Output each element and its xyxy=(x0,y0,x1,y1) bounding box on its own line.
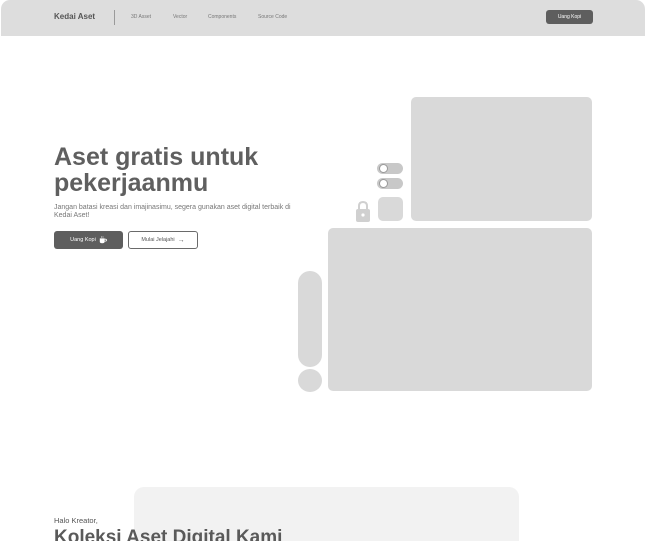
hero-image-placeholder-top xyxy=(411,97,592,221)
hero-uang-kopi-button[interactable]: Uang Kopi xyxy=(54,231,123,249)
nav-link-source-code[interactable]: Source Code xyxy=(258,14,287,20)
hero-decor-pill xyxy=(298,271,322,367)
hero-uang-kopi-label: Uang Kopi xyxy=(70,237,96,243)
toggle-knob xyxy=(379,179,388,188)
toggle-switch-decor xyxy=(377,178,403,189)
toggle-switch-decor xyxy=(377,163,403,174)
top-navbar: Kedai Aset 3D Asset Vector Components So… xyxy=(1,0,645,36)
collection-title: Koleksi Aset Digital Kami xyxy=(54,527,283,541)
hero-mulai-jelajahi-button[interactable]: Mulai Jelajahi → xyxy=(128,231,198,249)
coffee-cup-icon xyxy=(99,236,107,244)
arrow-right-icon: → xyxy=(177,236,185,244)
nav-uang-kopi-button[interactable]: Uang Kopi xyxy=(546,10,593,24)
hero-mulai-jelajahi-label: Mulai Jelajahi xyxy=(141,237,175,243)
hero-title: Aset gratis untuk pekerjaanmu xyxy=(54,143,259,197)
hero-image-placeholder-main xyxy=(328,228,592,391)
nav-link-3d-asset[interactable]: 3D Asset xyxy=(131,14,151,20)
toggle-knob xyxy=(379,164,388,173)
nav-link-components[interactable]: Components xyxy=(208,14,236,20)
hero-decor-square xyxy=(378,197,403,221)
lock-icon xyxy=(356,200,370,222)
hero-decor-circle xyxy=(298,369,322,392)
nav-divider xyxy=(114,10,115,25)
brand-logo[interactable]: Kedai Aset xyxy=(54,12,95,21)
hero-subtitle: Jangan batasi kreasi dan imajinasimu, se… xyxy=(54,204,291,219)
nav-link-vector[interactable]: Vector xyxy=(173,14,187,20)
collection-eyebrow: Halo Kreator, xyxy=(54,516,98,525)
